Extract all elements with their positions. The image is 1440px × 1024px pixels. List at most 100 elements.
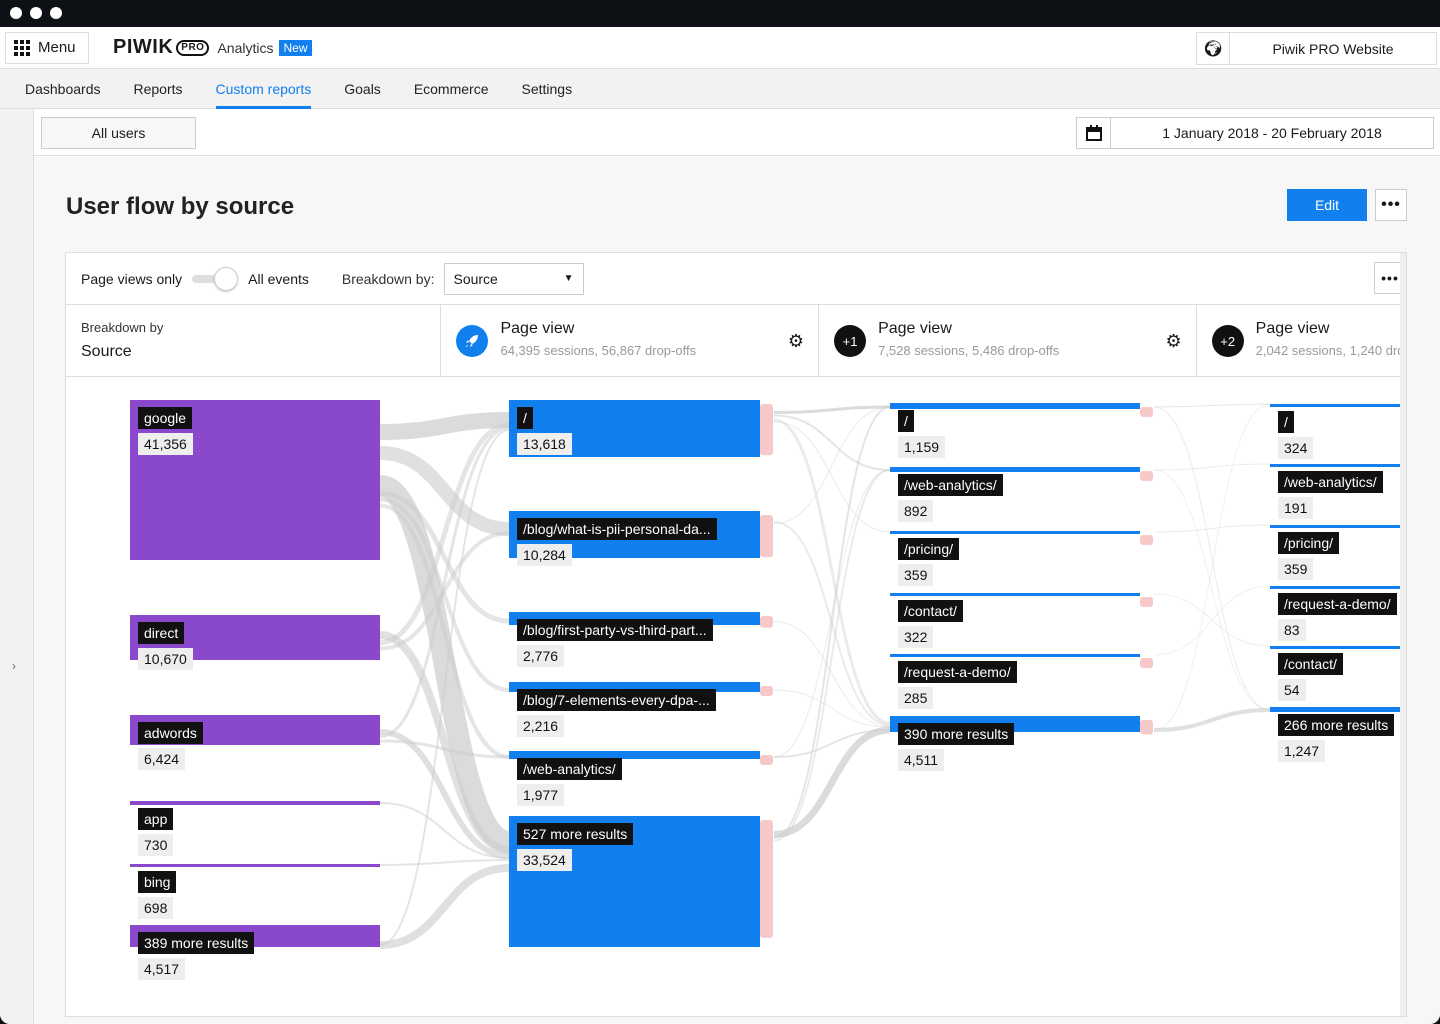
flow-node[interactable] <box>1270 404 1407 407</box>
flow-link <box>1153 708 1271 732</box>
product-name: Analytics <box>217 39 274 56</box>
node-value: 1,159 <box>898 436 946 458</box>
chevron-right-icon[interactable]: › <box>12 659 16 673</box>
node-name: /web-analytics/ <box>517 758 622 780</box>
flow-panel: Page views only All events Breakdown by:… <box>65 252 1407 1017</box>
node-label: google 41,356 <box>138 407 193 455</box>
flow-node[interactable] <box>890 467 1140 472</box>
node-label: / 1,159 <box>898 410 946 458</box>
node-label: 389 more results 4,517 <box>138 932 255 980</box>
node-name: 527 more results <box>517 823 634 845</box>
node-label: /request-a-demo/83 <box>1278 593 1397 641</box>
flow-node[interactable] <box>1270 464 1407 467</box>
tab-ecommerce[interactable]: Ecommerce <box>414 69 489 109</box>
edit-button[interactable]: Edit <box>1287 189 1367 221</box>
flow-link <box>379 864 510 949</box>
node-value: 730 <box>138 834 174 856</box>
node-name: direct <box>138 622 185 644</box>
node-value: 359 <box>1278 558 1314 580</box>
flow-node[interactable] <box>1270 586 1407 589</box>
node-label: / 324 <box>1278 411 1314 459</box>
dropoff-bar[interactable] <box>1140 720 1153 735</box>
node-value: 322 <box>898 626 934 648</box>
node-value: 285 <box>898 687 934 709</box>
node-value: 359 <box>898 564 934 586</box>
flow-node[interactable] <box>890 593 1140 596</box>
dropoff-bar[interactable] <box>1140 407 1153 417</box>
calendar-icon <box>1077 118 1111 148</box>
node-label: /web-analytics/1,977 <box>517 758 622 806</box>
dropoff-bar[interactable] <box>1140 471 1153 481</box>
dropoff-bar[interactable] <box>760 755 773 765</box>
node-value: 54 <box>1278 679 1306 701</box>
node-value: 698 <box>138 897 174 919</box>
tab-goals[interactable]: Goals <box>344 69 381 109</box>
node-name: /web-analytics/ <box>898 474 1003 496</box>
flow-node[interactable] <box>1270 707 1407 712</box>
node-label: /blog/7-elements-every-dpa-... 2,216 <box>517 689 716 737</box>
flow-node[interactable] <box>130 864 380 867</box>
dropoff-bar[interactable] <box>760 820 773 938</box>
menu-label: Menu <box>38 39 76 56</box>
node-value: 10,284 <box>517 544 572 566</box>
tab-custom-reports[interactable]: Custom reports <box>215 69 311 109</box>
node-label: 527 more results 33,524 <box>517 823 634 871</box>
flow-node[interactable] <box>130 801 380 805</box>
horizontal-scroll-edge[interactable] <box>1400 253 1406 1016</box>
node-value: 4,517 <box>138 958 186 980</box>
node-name: /pricing/ <box>898 538 960 560</box>
node-label: app 730 <box>138 808 174 856</box>
node-value: 1,977 <box>517 784 565 806</box>
flow-node[interactable] <box>1270 525 1407 528</box>
node-label: /blog/what-is-pii-personal-da... 10,284 <box>517 518 717 566</box>
flow-link <box>1153 463 1271 471</box>
piwik-logo[interactable]: PIWIK PRO <box>113 36 210 59</box>
node-value: 324 <box>1278 437 1314 459</box>
minimize-dot[interactable] <box>30 7 42 19</box>
dropoff-bar[interactable] <box>1140 535 1153 545</box>
flow-link <box>773 421 891 533</box>
top-bar: Menu PIWIK PRO Analytics New 🌍︎ Piwik PRO… <box>0 27 1440 69</box>
node-name: /request-a-demo/ <box>1278 593 1397 615</box>
node-name: 390 more results <box>898 723 1015 745</box>
tab-dashboards[interactable]: Dashboards <box>25 69 101 109</box>
node-value: 2,216 <box>517 715 565 737</box>
menu-button[interactable]: Menu <box>5 31 89 64</box>
node-name: / <box>1278 411 1294 433</box>
segment-selector[interactable]: All users <box>41 117 196 149</box>
flow-link <box>1153 403 1271 731</box>
dropoff-bar[interactable] <box>760 686 773 696</box>
dropoff-bar[interactable] <box>760 616 773 628</box>
node-value: 6,424 <box>138 748 186 770</box>
flow-diagram: google 41,356 direct 10,670 adwords 6,424 app 7… <box>66 253 1407 1016</box>
flow-link <box>773 689 891 728</box>
flow-node[interactable] <box>1270 646 1407 649</box>
globe-icon: 🌍︎ <box>1197 33 1230 64</box>
website-selector[interactable]: 🌍︎ Piwik PRO Website <box>1196 32 1437 65</box>
flow-node[interactable] <box>890 531 1140 534</box>
date-picker[interactable]: 1 January 2018 - 20 February 2018 <box>1076 117 1434 149</box>
report-area: User flow by source Edit ••• Page views … <box>34 157 1440 1024</box>
dropoff-bar[interactable] <box>760 515 773 558</box>
dropoff-bar[interactable] <box>1140 658 1153 668</box>
node-label: /blog/first-party-vs-third-part... 2,776 <box>517 619 713 667</box>
node-label: / 13,618 <box>517 407 572 455</box>
tab-settings[interactable]: Settings <box>522 69 573 109</box>
flow-node[interactable] <box>890 403 1140 409</box>
flow-link <box>773 726 891 838</box>
dropoff-bar[interactable] <box>1140 597 1153 607</box>
dropoff-bar[interactable] <box>760 404 773 456</box>
maximize-dot[interactable] <box>50 7 62 19</box>
node-name: 389 more results <box>138 932 255 954</box>
node-name: /contact/ <box>1278 653 1343 675</box>
flow-node[interactable] <box>890 654 1140 657</box>
tab-reports[interactable]: Reports <box>134 69 183 109</box>
node-value: 83 <box>1278 619 1306 641</box>
report-more-button[interactable]: ••• <box>1375 189 1407 221</box>
node-label: 266 more results 1,247 <box>1278 714 1395 762</box>
flow-link <box>773 406 891 839</box>
close-dot[interactable] <box>10 7 22 19</box>
node-label: /web-analytics/892 <box>898 474 1003 522</box>
node-name: / <box>517 407 533 429</box>
node-name: /web-analytics/ <box>1278 471 1383 493</box>
